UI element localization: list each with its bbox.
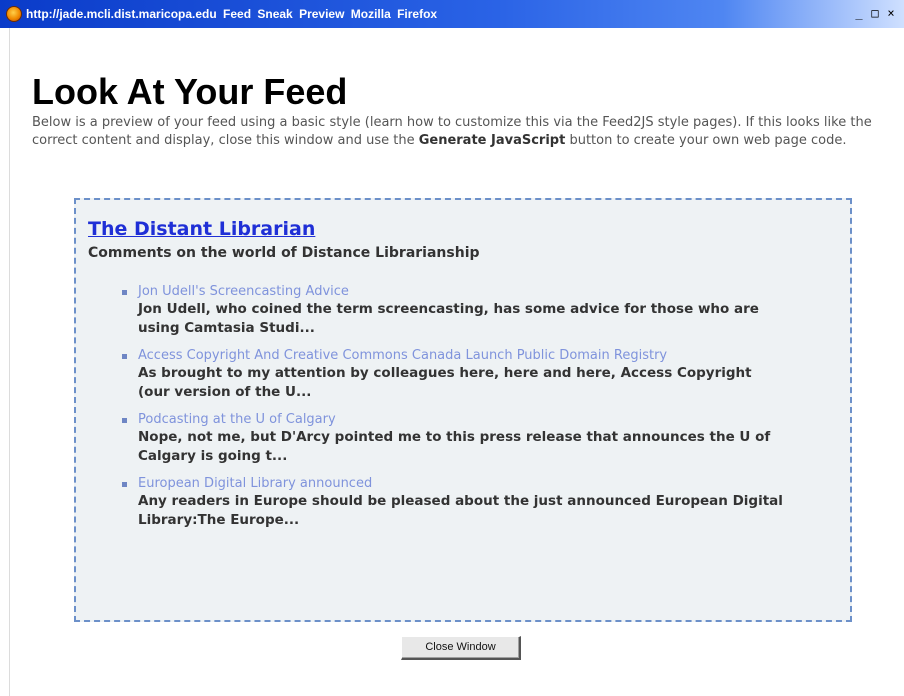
feed-item-link[interactable]: Jon Udell's Screencasting Advice [138, 284, 838, 300]
bullet-icon [122, 482, 127, 487]
intro-text: Below is a preview of your feed using a … [32, 114, 892, 150]
window-controls: _ □ × [852, 6, 898, 20]
page-content: Look At Your Feed Below is a preview of … [32, 70, 892, 150]
intro-text-bold: Generate JavaScript [418, 133, 566, 148]
feed-item: European Digital Library announced Any r… [122, 476, 838, 530]
feed-item-link[interactable]: Access Copyright And Creative Commons Ca… [138, 348, 838, 364]
feed-preview-box: The Distant Librarian Comments on the wo… [74, 198, 852, 622]
bullet-icon [122, 290, 127, 295]
window-left-border [0, 28, 10, 696]
feed-item: Podcasting at the U of Calgary Nope, not… [122, 412, 838, 466]
feed-title-link[interactable]: The Distant Librarian [88, 216, 315, 242]
feed-item-description: As brought to my attention by colleagues… [138, 365, 752, 400]
close-window-icon[interactable]: × [884, 6, 898, 20]
feed-item-list: Jon Udell's Screencasting Advice Jon Ude… [88, 284, 838, 530]
feed-item-description: Nope, not me, but D'Arcy pointed me to t… [138, 429, 771, 464]
minimize-button[interactable]: _ [852, 6, 866, 20]
feed-item-link[interactable]: Podcasting at the U of Calgary [138, 412, 838, 428]
feed-description: Comments on the world of Distance Librar… [88, 245, 480, 261]
window-title: http://jade.mcli.dist.maricopa.edu Feed … [26, 7, 438, 21]
browser-window: http://jade.mcli.dist.maricopa.edu Feed … [0, 0, 904, 696]
feed-item: Access Copyright And Creative Commons Ca… [122, 348, 838, 402]
intro-text-end: button to create your own web page code. [565, 133, 847, 148]
title-bar[interactable]: http://jade.mcli.dist.maricopa.edu Feed … [0, 0, 904, 28]
bullet-icon [122, 418, 127, 423]
maximize-button[interactable]: □ [868, 6, 882, 20]
bullet-icon [122, 354, 127, 359]
feed-item: Jon Udell's Screencasting Advice Jon Ude… [122, 284, 838, 338]
close-window-button[interactable]: Close Window [401, 636, 521, 660]
feed-item-description: Jon Udell, who coined the term screencas… [138, 301, 759, 336]
firefox-icon [6, 6, 22, 22]
feed-item-link[interactable]: European Digital Library announced [138, 476, 838, 492]
feed-item-description: Any readers in Europe should be pleased … [138, 493, 783, 528]
page-title: Look At Your Feed [32, 71, 348, 112]
